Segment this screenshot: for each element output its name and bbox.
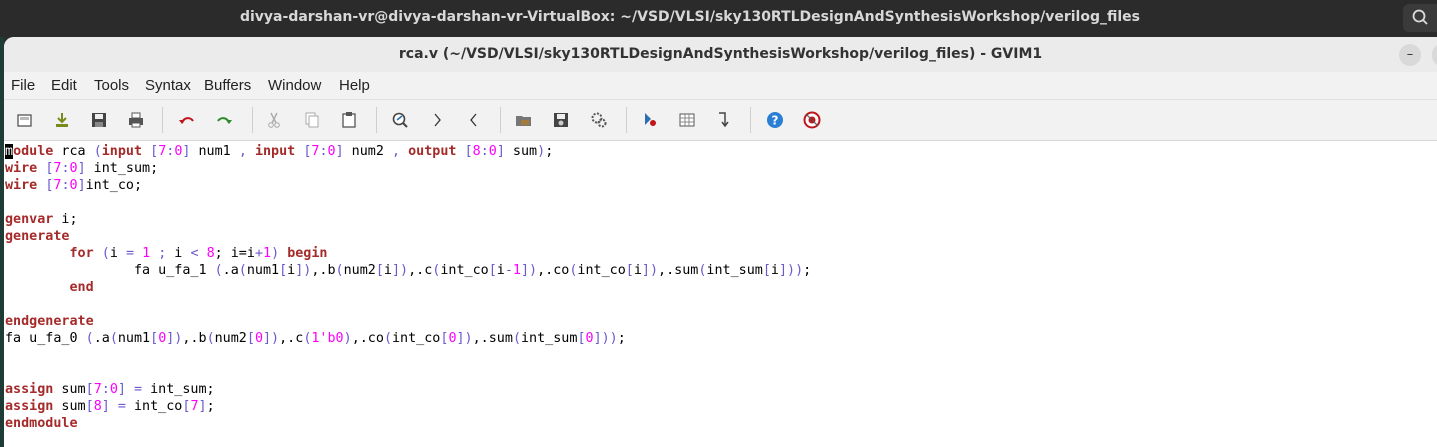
code-line-3: wire [7:0]int_co; — [5, 178, 143, 193]
copy-icon[interactable] — [301, 109, 323, 131]
redo-icon[interactable] — [213, 109, 235, 131]
gvim-window: rca.v (~/VSD/VLSI/sky130RTLDesignAndSynt… — [4, 37, 1437, 447]
menu-help[interactable]: Help — [339, 77, 370, 94]
toolbar: ? — [4, 100, 1437, 141]
toolbar-separator — [500, 107, 501, 133]
code-line-9: end — [69, 280, 94, 295]
toolbar-separator — [376, 107, 377, 133]
code-line-12: fa u_fa_0 (.a(num1[0]),.b(num2[0]),.c(1'… — [5, 331, 626, 346]
save-icon[interactable] — [88, 109, 110, 131]
code-line-11: endgenerate — [5, 314, 94, 329]
load-session-icon[interactable] — [513, 109, 535, 131]
code-line-17: endmodule — [5, 416, 78, 431]
undo-icon[interactable] — [176, 109, 198, 131]
menu-buffers[interactable]: Buffers — [204, 77, 251, 94]
code-line-6: generate — [5, 229, 70, 244]
toolbar-separator — [252, 107, 253, 133]
menu-edit[interactable]: Edit — [51, 77, 77, 94]
minimize-button[interactable]: – — [1399, 44, 1421, 66]
window-title-bar: rca.v (~/VSD/VLSI/sky130RTLDesignAndSynt… — [4, 37, 1437, 72]
code-line-2: wire [7:0] int_sum; — [5, 161, 159, 176]
save-down-icon[interactable] — [51, 109, 73, 131]
cut-icon[interactable] — [263, 109, 285, 131]
menu-tools[interactable]: Tools — [94, 77, 129, 94]
menu-syntax[interactable]: Syntax — [145, 77, 191, 94]
find-prev-icon[interactable] — [463, 109, 485, 131]
make-icon[interactable] — [639, 109, 661, 131]
svg-text:?: ? — [772, 114, 779, 128]
code-line-5: genvar i; — [5, 212, 78, 227]
code-line-1: module rca (input [7:0] num1 , input [7:… — [5, 144, 554, 159]
toolbar-separator — [626, 107, 627, 133]
code-line-15: assign sum[7:0] = int_sum; — [5, 382, 215, 397]
print-icon[interactable] — [125, 109, 147, 131]
ctags-icon[interactable] — [676, 109, 698, 131]
find-help-icon[interactable] — [801, 109, 823, 131]
help-icon[interactable]: ? — [764, 109, 786, 131]
run-script-icon[interactable] — [588, 109, 610, 131]
terminal-title: divya-darshan-vr@divya-darshan-vr-Virtua… — [239, 9, 1141, 25]
menu-file[interactable]: File — [11, 77, 35, 94]
open-icon[interactable] — [14, 109, 36, 131]
find-replace-icon[interactable] — [389, 109, 411, 131]
menu-window[interactable]: Window — [268, 77, 321, 94]
code-line-7: for (i = 1 ; i < 8; i=i+1) begin — [69, 246, 328, 261]
search-button[interactable] — [1403, 4, 1437, 32]
terminal-title-bar: divya-darshan-vr@divya-darshan-vr-Virtua… — [0, 0, 1437, 37]
menu-bar: File Edit Tools Syntax Buffers Window He… — [4, 72, 1437, 100]
jump-tag-icon[interactable] — [713, 109, 735, 131]
paste-icon[interactable] — [338, 109, 360, 131]
find-next-icon[interactable] — [426, 109, 448, 131]
search-icon — [1412, 9, 1428, 25]
save-session-icon[interactable] — [550, 109, 572, 131]
toolbar-separator — [750, 107, 751, 133]
code-line-8: fa u_fa_1 (.a(num1[i]),.b(num2[i]),.c(in… — [5, 263, 812, 278]
toolbar-separator — [162, 107, 163, 133]
code-line-16: assign sum[8] = int_co[7]; — [5, 399, 215, 414]
code-editor[interactable]: module rca (input [7:0] num1 , input [7:… — [4, 142, 1437, 447]
window-title: rca.v (~/VSD/VLSI/sky130RTLDesignAndSynt… — [398, 46, 1043, 62]
